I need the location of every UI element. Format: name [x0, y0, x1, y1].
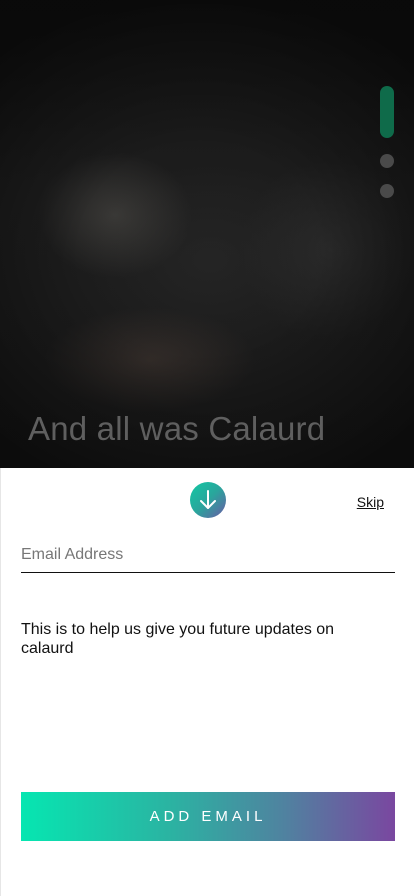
email-bottom-sheet: Skip This is to help us give you future … — [0, 468, 414, 896]
arrow-down-icon — [200, 490, 216, 509]
hero-title: And all was Calaurd — [28, 410, 326, 447]
collapse-sheet-button[interactable] — [190, 482, 226, 518]
skip-link[interactable]: Skip — [357, 494, 384, 510]
helper-text: This is to help us give you future updat… — [21, 621, 335, 657]
hero-background-image: And all was Calaurd — [0, 0, 414, 470]
page-indicator-active[interactable] — [380, 86, 394, 138]
page-indicator-dot-2[interactable] — [380, 154, 394, 168]
page-indicator — [380, 86, 394, 198]
hero-vignette — [0, 0, 414, 470]
onboarding-screen: And all was Calaurd Skip This is to help… — [0, 0, 414, 896]
page-indicator-dot-3[interactable] — [380, 184, 394, 198]
add-email-button[interactable]: ADD EMAIL — [21, 792, 395, 841]
email-field — [21, 546, 395, 573]
email-input[interactable] — [21, 546, 395, 564]
